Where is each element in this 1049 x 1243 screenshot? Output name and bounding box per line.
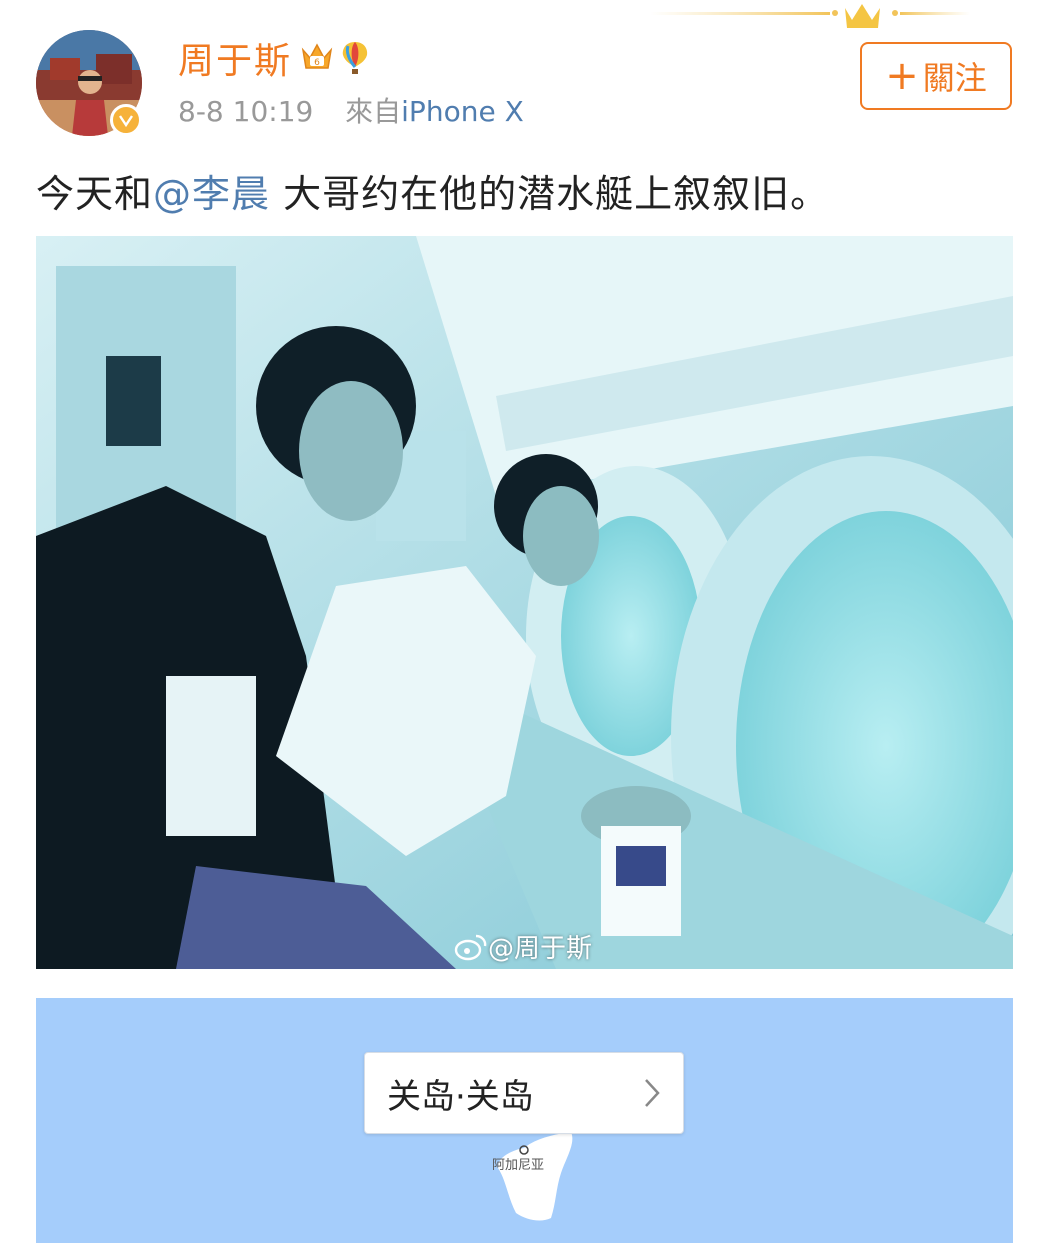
watermark-text: @周于斯	[488, 934, 593, 964]
balloon-icon	[342, 42, 368, 74]
source-prefix: 來自	[345, 95, 402, 128]
follow-button-label: 關注	[922, 59, 987, 97]
map-place-label: 阿加尼亚	[492, 1158, 545, 1173]
verified-badge-icon	[110, 104, 142, 136]
post-meta: 8-8 10:19 來自iPhone X	[178, 92, 524, 132]
mention-link[interactable]: @李晨	[153, 172, 270, 216]
user-badges: 6	[300, 40, 370, 76]
post-photo[interactable]	[36, 236, 1013, 969]
location-map[interactable]: 关岛·关岛 阿加尼亚	[36, 998, 1013, 1243]
plus-icon: +	[885, 53, 919, 99]
post-text-part: 大哥约在他的潜水艇上叙叙旧。	[270, 172, 830, 216]
location-card[interactable]: 关岛·关岛	[364, 1052, 684, 1134]
vip-crown-icon: 6	[301, 43, 333, 69]
follow-button[interactable]: + 關注	[860, 42, 1012, 110]
location-label: 关岛·关岛	[387, 1076, 534, 1117]
photo-watermark: @周于斯	[454, 928, 592, 965]
post-text-part: 今天和	[36, 172, 154, 216]
weibo-logo-icon	[454, 934, 487, 960]
post-timestamp: 8-8 10:19	[178, 95, 314, 128]
post-text: 今天和@李晨 大哥约在他的潜水艇上叙叙旧。	[36, 166, 829, 222]
crown-decoration	[650, 4, 970, 28]
post-device[interactable]: iPhone X	[401, 95, 524, 128]
chevron-right-icon	[645, 1079, 660, 1107]
username[interactable]: 周于斯	[178, 38, 292, 86]
svg-text:6: 6	[314, 58, 320, 68]
